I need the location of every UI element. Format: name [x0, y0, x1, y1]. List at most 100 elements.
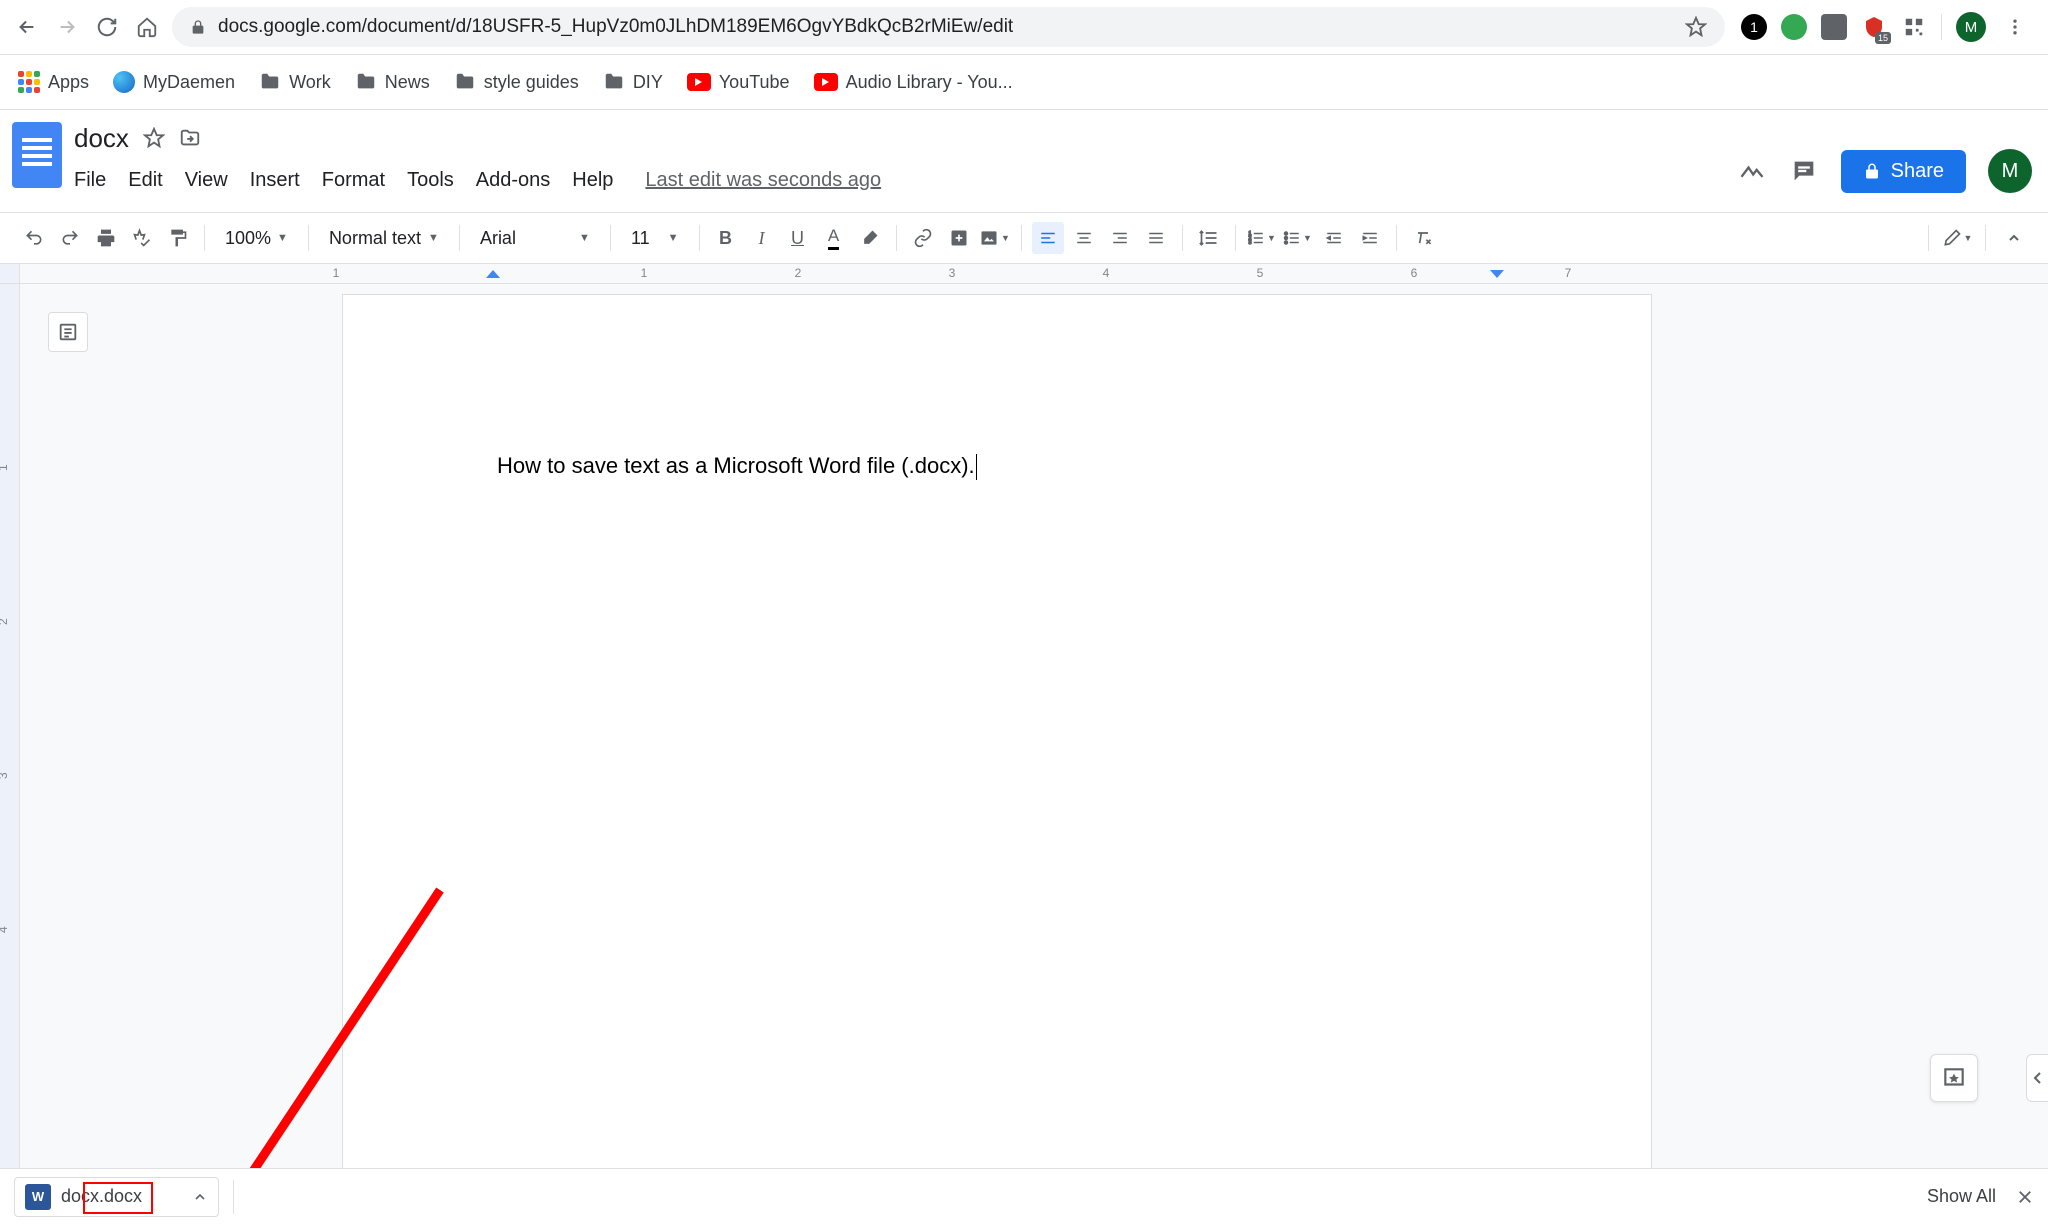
horizontal-ruler[interactable]: 1 1 2 3 4 5 6 7	[0, 264, 2048, 284]
align-center-button[interactable]	[1068, 222, 1100, 254]
menu-view[interactable]: View	[185, 169, 228, 192]
extension-badge-count: 15	[1875, 32, 1891, 44]
underline-button[interactable]: U	[782, 222, 814, 254]
decrease-indent-button[interactable]	[1318, 222, 1350, 254]
menu-help[interactable]: Help	[572, 169, 613, 192]
lock-icon	[1863, 162, 1881, 180]
line-spacing-button[interactable]	[1193, 222, 1225, 254]
bookmark-mydaemen[interactable]: MyDaemen	[113, 71, 235, 93]
bold-button[interactable]: B	[710, 222, 742, 254]
menu-format[interactable]: Format	[322, 169, 385, 192]
download-bar: W docx.docx Show All	[0, 1168, 2048, 1224]
numbered-list-button[interactable]: 123▼	[1246, 222, 1278, 254]
menu-file[interactable]: File	[74, 169, 106, 192]
insert-image-button[interactable]: ▼	[979, 222, 1011, 254]
bookmark-style-guides[interactable]: style guides	[454, 71, 579, 93]
activity-icon[interactable]	[1737, 156, 1767, 186]
indent-left-marker-icon[interactable]	[486, 270, 500, 282]
zoom-dropdown[interactable]: 100%▼	[215, 222, 298, 254]
globe-icon	[113, 71, 135, 93]
docs-logo-icon[interactable]	[12, 122, 62, 188]
chevron-up-icon[interactable]	[192, 1189, 208, 1205]
document-body[interactable]: How to save text as a Microsoft Word fil…	[497, 453, 977, 480]
indent-right-marker-icon[interactable]	[1490, 270, 1504, 282]
extension-icons: 1 15 M	[1735, 12, 2036, 42]
add-comment-button[interactable]	[943, 222, 975, 254]
bookmark-diy[interactable]: DIY	[603, 71, 663, 93]
menu-bar: File Edit View Insert Format Tools Add-o…	[74, 158, 1737, 202]
youtube-icon	[814, 73, 838, 91]
back-button[interactable]	[12, 12, 42, 42]
bookmark-star-icon[interactable]	[1685, 16, 1707, 38]
extension-icon-2[interactable]	[1781, 14, 1807, 40]
text-color-button[interactable]: A	[818, 222, 850, 254]
font-dropdown[interactable]: Arial▼	[470, 222, 600, 254]
account-avatar[interactable]: M	[1988, 149, 2032, 193]
apps-grid-icon	[18, 71, 40, 93]
address-bar[interactable]: docs.google.com/document/d/18USFR-5_HupV…	[172, 7, 1725, 47]
downloaded-file[interactable]: W docx.docx	[14, 1177, 219, 1217]
svg-text:3: 3	[1249, 240, 1252, 246]
extension-icon-badge[interactable]: 15	[1861, 14, 1887, 40]
forward-button[interactable]	[52, 12, 82, 42]
youtube-icon	[687, 73, 711, 91]
font-size-dropdown[interactable]: 11▼	[621, 222, 689, 254]
menu-edit[interactable]: Edit	[128, 169, 162, 192]
reload-button[interactable]	[92, 12, 122, 42]
document-page[interactable]: How to save text as a Microsoft Word fil…	[342, 294, 1652, 1168]
extension-icon-3[interactable]	[1821, 14, 1847, 40]
close-download-bar-button[interactable]	[2016, 1188, 2034, 1206]
chrome-menu-button[interactable]	[2000, 12, 2030, 42]
vertical-ruler[interactable]: 1 2 3 4	[0, 284, 20, 1168]
italic-button[interactable]: I	[746, 222, 778, 254]
print-button[interactable]	[90, 222, 122, 254]
align-justify-button[interactable]	[1140, 222, 1172, 254]
url-text: docs.google.com/document/d/18USFR-5_HupV…	[218, 16, 1013, 38]
folder-icon	[355, 71, 377, 93]
menu-insert[interactable]: Insert	[250, 169, 300, 192]
text-cursor	[976, 454, 977, 480]
bookmark-work[interactable]: Work	[259, 71, 331, 93]
extension-icon-1[interactable]: 1	[1741, 14, 1767, 40]
insert-link-button[interactable]	[907, 222, 939, 254]
comments-icon[interactable]	[1789, 156, 1819, 186]
bookmark-news[interactable]: News	[355, 71, 430, 93]
align-left-button[interactable]	[1032, 222, 1064, 254]
highlight-button[interactable]	[854, 222, 886, 254]
bulleted-list-button[interactable]: ▼	[1282, 222, 1314, 254]
last-edit-link[interactable]: Last edit was seconds ago	[645, 169, 881, 192]
undo-button[interactable]	[18, 222, 50, 254]
downloaded-file-name: docx.docx	[61, 1186, 142, 1207]
share-button[interactable]: Share	[1841, 150, 1966, 193]
star-document-icon[interactable]	[143, 127, 165, 149]
document-title[interactable]: docx	[74, 123, 129, 154]
bookmark-youtube[interactable]: YouTube	[687, 72, 790, 93]
menu-tools[interactable]: Tools	[407, 169, 454, 192]
folder-icon	[454, 71, 476, 93]
profile-avatar[interactable]: M	[1956, 12, 1986, 42]
paragraph-style-dropdown[interactable]: Normal text▼	[319, 222, 449, 254]
folder-icon	[603, 71, 625, 93]
extension-icon-qr[interactable]	[1901, 14, 1927, 40]
increase-indent-button[interactable]	[1354, 222, 1386, 254]
editing-mode-button[interactable]: ▼	[1941, 222, 1973, 254]
clear-formatting-button[interactable]	[1407, 222, 1439, 254]
document-outline-button[interactable]	[48, 312, 88, 352]
home-button[interactable]	[132, 12, 162, 42]
paint-format-button[interactable]	[162, 222, 194, 254]
show-all-downloads-button[interactable]: Show All	[1927, 1186, 1996, 1207]
editing-area: 1 2 3 4 How to save text as a Microsoft …	[0, 284, 2048, 1168]
hide-menus-button[interactable]	[1998, 222, 2030, 254]
bookmark-audio-library[interactable]: Audio Library - You...	[814, 72, 1013, 93]
align-right-button[interactable]	[1104, 222, 1136, 254]
formatting-toolbar: 100%▼ Normal text▼ Arial▼ 11▼ B I U A ▼ …	[0, 212, 2048, 264]
lock-icon	[190, 19, 206, 35]
spellcheck-button[interactable]	[126, 222, 158, 254]
explore-button[interactable]	[1930, 1054, 1978, 1102]
redo-button[interactable]	[54, 222, 86, 254]
apps-button[interactable]: Apps	[18, 71, 89, 93]
move-document-icon[interactable]	[179, 127, 201, 149]
word-file-icon: W	[25, 1184, 51, 1210]
menu-addons[interactable]: Add-ons	[476, 169, 551, 192]
side-panel-expand-button[interactable]	[2026, 1054, 2048, 1102]
